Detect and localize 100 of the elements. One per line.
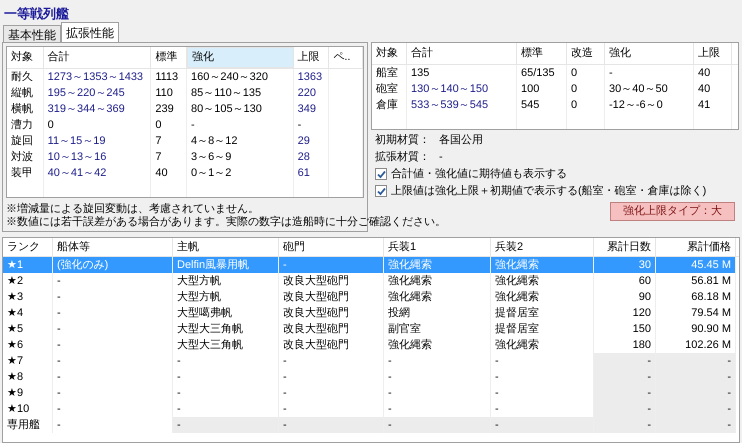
table-cell-text: 0 — [571, 82, 578, 97]
table-cell-text: 160～240～320 — [190, 70, 268, 85]
table-cell-text: 40 — [698, 82, 710, 97]
table-cell-text: ★10 — [7, 402, 30, 417]
table-cell-text: 41 — [698, 98, 710, 113]
table-cell-text: 0 — [571, 66, 578, 81]
table-cell-text: 100 — [521, 82, 540, 97]
table-cell-text: - — [177, 370, 181, 385]
table-cell-text: - — [57, 354, 61, 369]
table-cell-text: 130～140～150 — [411, 82, 488, 97]
table-cell-text: - — [57, 306, 61, 321]
list-row[interactable]: ★8 - - - - - - - — [3, 369, 736, 385]
table-cell-text: 大型方帆 — [177, 274, 221, 289]
column-header[interactable]: 強化 — [186, 47, 294, 68]
list-row[interactable]: ★5 - 大型大三角帆 改良大型砲門 副官室 提督居室 150 90.90 M — [3, 321, 736, 337]
table-cell-text: 28 — [298, 150, 310, 165]
table-cell-text: - — [57, 402, 61, 417]
table-cell-text: - — [727, 354, 731, 369]
table-cell-text: 改良大型砲門 — [283, 274, 349, 289]
table-cell-text: 319～344～369 — [48, 102, 125, 117]
table-cell-text: - — [57, 274, 61, 289]
table-cell-text: - — [283, 402, 287, 417]
column-header[interactable]: 兵装1 — [384, 238, 491, 256]
checkbox[interactable] — [375, 185, 387, 197]
table-cell-text: 改良大型砲門 — [283, 290, 349, 305]
column-header[interactable]: 上限 — [294, 47, 330, 68]
table-cell-text: - — [177, 418, 181, 433]
table-cell-text: 0 — [571, 98, 578, 113]
column-header[interactable]: ペ.. — [329, 47, 363, 68]
table-cell-text: - — [177, 386, 181, 401]
column-header[interactable]: 標準 — [517, 43, 567, 64]
table-cell-text: 533～539～545 — [411, 98, 488, 113]
column-header[interactable]: 強化 — [605, 43, 694, 64]
table-cell-text: 0～1～2 — [190, 166, 232, 181]
table-cell-text: - — [283, 258, 287, 273]
column-header[interactable]: 累計価格 — [656, 238, 736, 256]
table-cell-text: 60 — [638, 274, 651, 289]
table-cell-text: - — [388, 402, 392, 417]
table-cell-text: 1113 — [155, 70, 178, 85]
table-cell-text: 120 — [632, 306, 651, 321]
table-cell-text: 349 — [298, 102, 316, 117]
table-cell-text: ★9 — [7, 386, 24, 401]
table-cell-text: 29 — [298, 134, 310, 149]
tab[interactable]: 拡張性能 — [61, 22, 119, 42]
table-cell-text: - — [283, 418, 287, 433]
table-cell-text: - — [283, 386, 287, 401]
table-cell-text: 提督居室 — [495, 306, 539, 321]
checkbox[interactable] — [375, 168, 387, 180]
column-header[interactable]: ランク — [3, 238, 53, 256]
table-cell-text: 40 — [155, 166, 168, 181]
note-text: ※数値には若干誤差がある場合があります。実際の数字は造船時に十分ご確認ください。 — [6, 216, 446, 229]
table-cell-text: ★5 — [7, 322, 24, 337]
table-cell-text: -12～-6～0 — [609, 98, 663, 113]
table-cell-text: 漕力 — [11, 118, 33, 133]
table-cell-text: 縦帆 — [11, 86, 33, 101]
column-header[interactable]: 合計 — [44, 47, 152, 68]
column-header[interactable]: 兵装2 — [491, 238, 594, 256]
list-row[interactable]: ★3 - 大型方帆 改良大型砲門 強化縄索 強化縄索 90 68.18 M — [3, 289, 736, 305]
table-cell-text: 65/135 — [521, 66, 555, 81]
table-cell-text: 強化縄索 — [388, 290, 432, 305]
table-cell-text: 専用艦 — [7, 418, 40, 433]
list-row[interactable]: ★7 - - - - - - - — [3, 353, 736, 369]
column-header[interactable]: 船体等 — [53, 238, 173, 256]
table-cell-text: 強化縄索 — [388, 338, 432, 353]
list-row[interactable]: 専用艦 - - - - - - - — [3, 417, 736, 433]
column-header[interactable]: 累計日数 — [594, 238, 656, 256]
table-cell-text: 強化縄索 — [495, 290, 539, 305]
table-cell-text: 0 — [155, 118, 162, 133]
table-cell-text: - — [647, 354, 651, 369]
column-header[interactable]: 砲門 — [279, 238, 384, 256]
table-cell-text: 砲室 — [376, 82, 398, 97]
column-header[interactable]: 改造 — [567, 43, 605, 64]
table-cell-text: - — [647, 386, 651, 401]
table-cell-text: - — [57, 418, 61, 433]
note-text: ※増減量による旋回変動は、考慮されていません。 — [6, 203, 259, 216]
tab[interactable]: 基本性能 — [3, 25, 61, 42]
table-cell-text: - — [283, 354, 287, 369]
table-cell-text: 強化縄索 — [495, 258, 539, 273]
column-header[interactable]: 対象 — [7, 47, 44, 68]
table-cell-text: ★7 — [7, 354, 24, 369]
material-label: 初期材質： — [375, 132, 431, 148]
column-header[interactable]: 対象 — [372, 43, 407, 64]
table-cell-text: - — [388, 418, 392, 433]
table-cell-text: ★2 — [7, 274, 24, 289]
table-cell-text: 545 — [521, 98, 540, 113]
table-cell-text: 1363 — [298, 70, 322, 85]
list-row[interactable]: ★2 - 大型方帆 改良大型砲門 強化縄索 強化縄索 60 56.81 M — [3, 273, 736, 289]
table-cell-text: - — [495, 386, 499, 401]
column-header[interactable]: 合計 — [407, 43, 517, 64]
table-cell-text: 提督居室 — [495, 322, 539, 337]
table-cell-text: 強化縄索 — [495, 274, 539, 289]
table-cell-text: 85～110～135 — [190, 86, 262, 101]
table-cell-text: - — [57, 338, 61, 353]
table-cell-text: 4～8～12 — [190, 134, 238, 149]
list-row[interactable]: ★4 - 大型噶弗帆 改良大型砲門 投網 提督居室 120 79.54 M — [3, 305, 736, 321]
table-cell-text: 11～15～19 — [48, 134, 106, 149]
list-row[interactable]: ★9 - - - - - - - — [3, 385, 736, 401]
table-cell-text: - — [495, 418, 499, 433]
column-header[interactable]: 主帆 — [173, 238, 279, 256]
column-header[interactable]: 上限 — [694, 43, 732, 64]
